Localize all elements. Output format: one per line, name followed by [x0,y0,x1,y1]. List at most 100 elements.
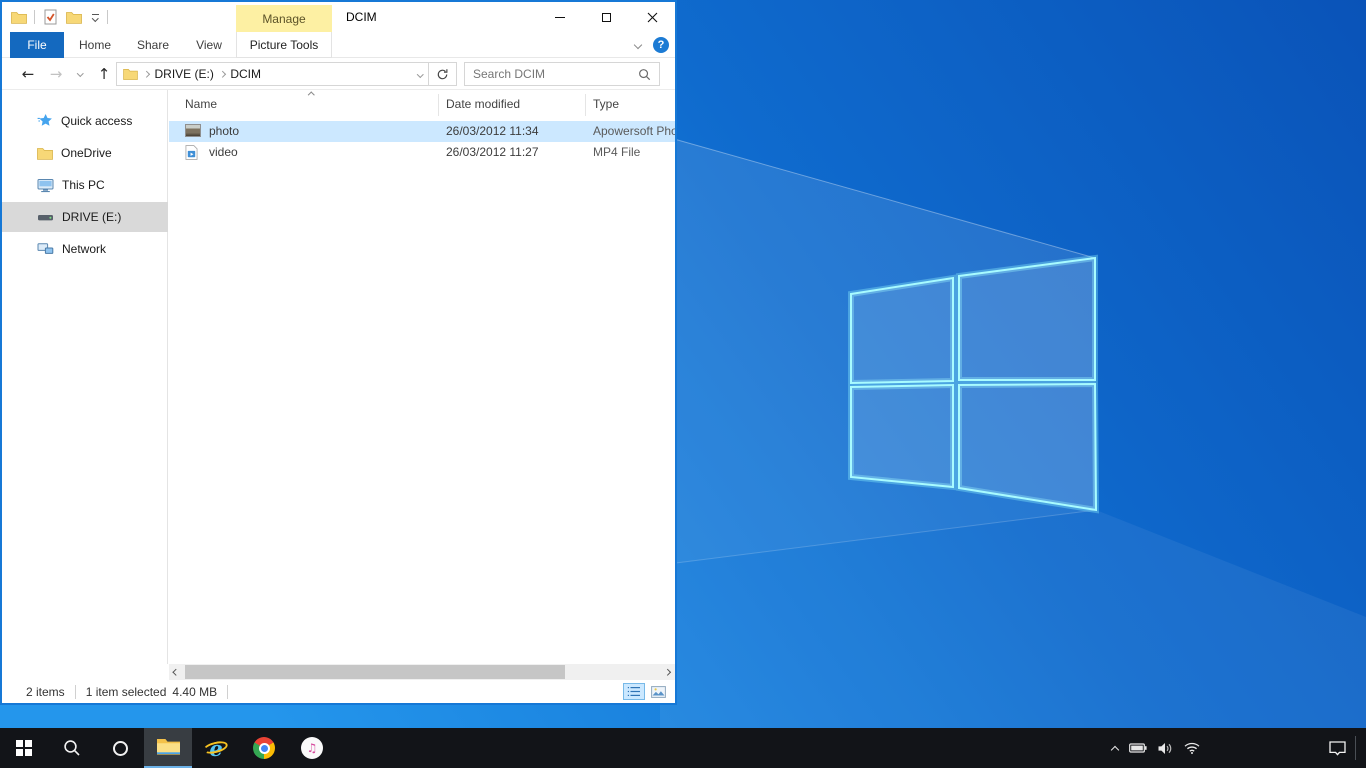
status-separator [75,685,76,699]
battery-icon[interactable] [1129,743,1147,753]
status-bar: 2 items 1 item selected 4.40 MB [2,680,675,703]
selection-size: 4.40 MB [172,685,217,699]
breadcrumb-drive[interactable]: DRIVE (E:) [155,67,214,81]
file-row-photo[interactable]: photo 26/03/2012 11:34 Apowersoft Pho [169,121,675,142]
search-icon[interactable] [638,68,651,81]
file-explorer-icon [156,737,181,757]
tab-home[interactable]: Home [72,32,118,58]
video-file-icon [185,145,198,163]
drive-icon [37,213,54,222]
breadcrumb-chevron-icon[interactable] [219,71,225,77]
sidebar-item-onedrive[interactable]: OneDrive [2,138,168,168]
column-separator[interactable] [585,94,586,116]
hidden-icons-chevron-icon[interactable] [1111,745,1119,753]
tab-share[interactable]: Share [128,32,178,58]
chrome-button[interactable] [240,728,288,768]
scroll-left-arrow-icon[interactable] [169,664,184,680]
column-header-type[interactable]: Type [593,90,619,118]
file-name: video [209,142,238,163]
start-icon [16,740,32,756]
file-list: Name Date modified Type photo 26/03/2012… [169,90,675,664]
cortana-button[interactable] [96,728,144,768]
scroll-right-arrow-icon[interactable] [660,664,675,680]
scrollbar-thumb[interactable] [185,665,565,679]
photo-thumbnail-icon [185,124,201,137]
column-header-date-modified[interactable]: Date modified [446,90,520,118]
properties-icon[interactable] [41,7,59,27]
show-desktop-divider[interactable] [1355,736,1356,760]
large-icons-view-button[interactable] [647,683,669,700]
folder-icon [123,68,138,80]
details-view-icon [627,686,641,697]
refresh-button[interactable] [429,62,457,86]
start-button[interactable] [0,728,48,768]
itunes-button[interactable]: ♫ [288,728,336,768]
sort-ascending-icon[interactable] [308,92,314,98]
file-explorer-taskbar-button[interactable] [144,728,192,768]
itunes-icon: ♫ [301,737,323,759]
internet-explorer-button[interactable]: e [192,728,240,768]
manage-contextual-tab[interactable]: Manage [236,5,332,32]
column-header-name[interactable]: Name [185,90,217,118]
address-dropdown-chevron-icon[interactable] [417,71,423,77]
sidebar-item-quick-access[interactable]: Quick access [2,106,168,136]
qat-separator [107,10,108,24]
new-folder-icon[interactable] [65,7,83,27]
network-icon [37,242,54,256]
quick-access-star-icon [37,113,53,129]
help-icon[interactable]: ? [653,37,669,53]
folder-icon[interactable] [10,7,28,27]
sidebar-item-label: This PC [62,178,105,192]
navigation-pane: Quick access OneDrive This PC [2,90,168,664]
sidebar-item-this-pc[interactable]: This PC [2,170,168,200]
column-separator[interactable] [438,94,439,116]
search-box[interactable] [464,62,660,86]
sidebar-item-network[interactable]: Network [2,234,168,264]
action-center-button[interactable] [1322,728,1352,768]
file-type: MP4 File [593,142,640,163]
taskbar: e ♫ [0,728,1366,768]
ribbon-tabs: File Home Share View Picture Tools ? [2,32,675,58]
recent-locations-chevron-icon[interactable] [72,58,88,89]
close-button[interactable] [629,2,675,32]
address-bar[interactable]: DRIVE (E:) DCIM [116,62,429,86]
search-input[interactable] [473,67,638,81]
file-type: Apowersoft Pho [593,121,675,142]
scrollbar-track[interactable] [184,664,660,680]
sidebar-item-label: OneDrive [61,146,112,160]
sidebar-item-label: DRIVE (E:) [62,210,121,224]
up-button[interactable]: ↑ [92,58,116,89]
refresh-icon [436,68,449,81]
forward-button[interactable]: → [44,58,68,89]
monitor-icon [37,178,54,193]
tab-file[interactable]: File [10,32,64,58]
search-icon [63,739,81,757]
sidebar-item-label: Quick access [61,114,132,128]
selection-count: 1 item selected [86,685,167,699]
minimize-icon [555,17,565,18]
volume-icon[interactable] [1158,742,1173,755]
file-explorer-window: Manage DCIM File Home Share View Picture… [0,0,677,705]
details-view-button[interactable] [623,683,645,700]
desktop: Manage DCIM File Home Share View Picture… [0,0,1366,768]
tab-picture-tools[interactable]: Picture Tools [236,32,332,58]
taskbar-search-button[interactable] [48,728,96,768]
breadcrumb-chevron-icon[interactable] [143,71,149,77]
file-row-video[interactable]: video 26/03/2012 11:27 MP4 File [169,142,675,163]
action-center-icon [1329,741,1346,756]
titlebar[interactable]: Manage DCIM [2,2,675,32]
maximize-button[interactable] [583,2,629,32]
maximize-icon [602,13,611,22]
file-date-modified: 26/03/2012 11:34 [446,121,539,142]
breadcrumb-dcim[interactable]: DCIM [230,67,261,81]
sidebar-item-drive-e[interactable]: DRIVE (E:) [2,202,168,232]
qat-dropdown-icon[interactable] [89,14,101,21]
wifi-icon[interactable] [1184,742,1200,754]
tab-view[interactable]: View [186,32,232,58]
minimize-button[interactable] [537,2,583,32]
ribbon-collapse-chevron-icon[interactable] [634,41,642,49]
back-button[interactable]: ← [16,58,40,89]
sidebar-item-label: Network [62,242,106,256]
horizontal-scrollbar[interactable] [169,664,675,680]
internet-explorer-icon: e [203,735,229,761]
